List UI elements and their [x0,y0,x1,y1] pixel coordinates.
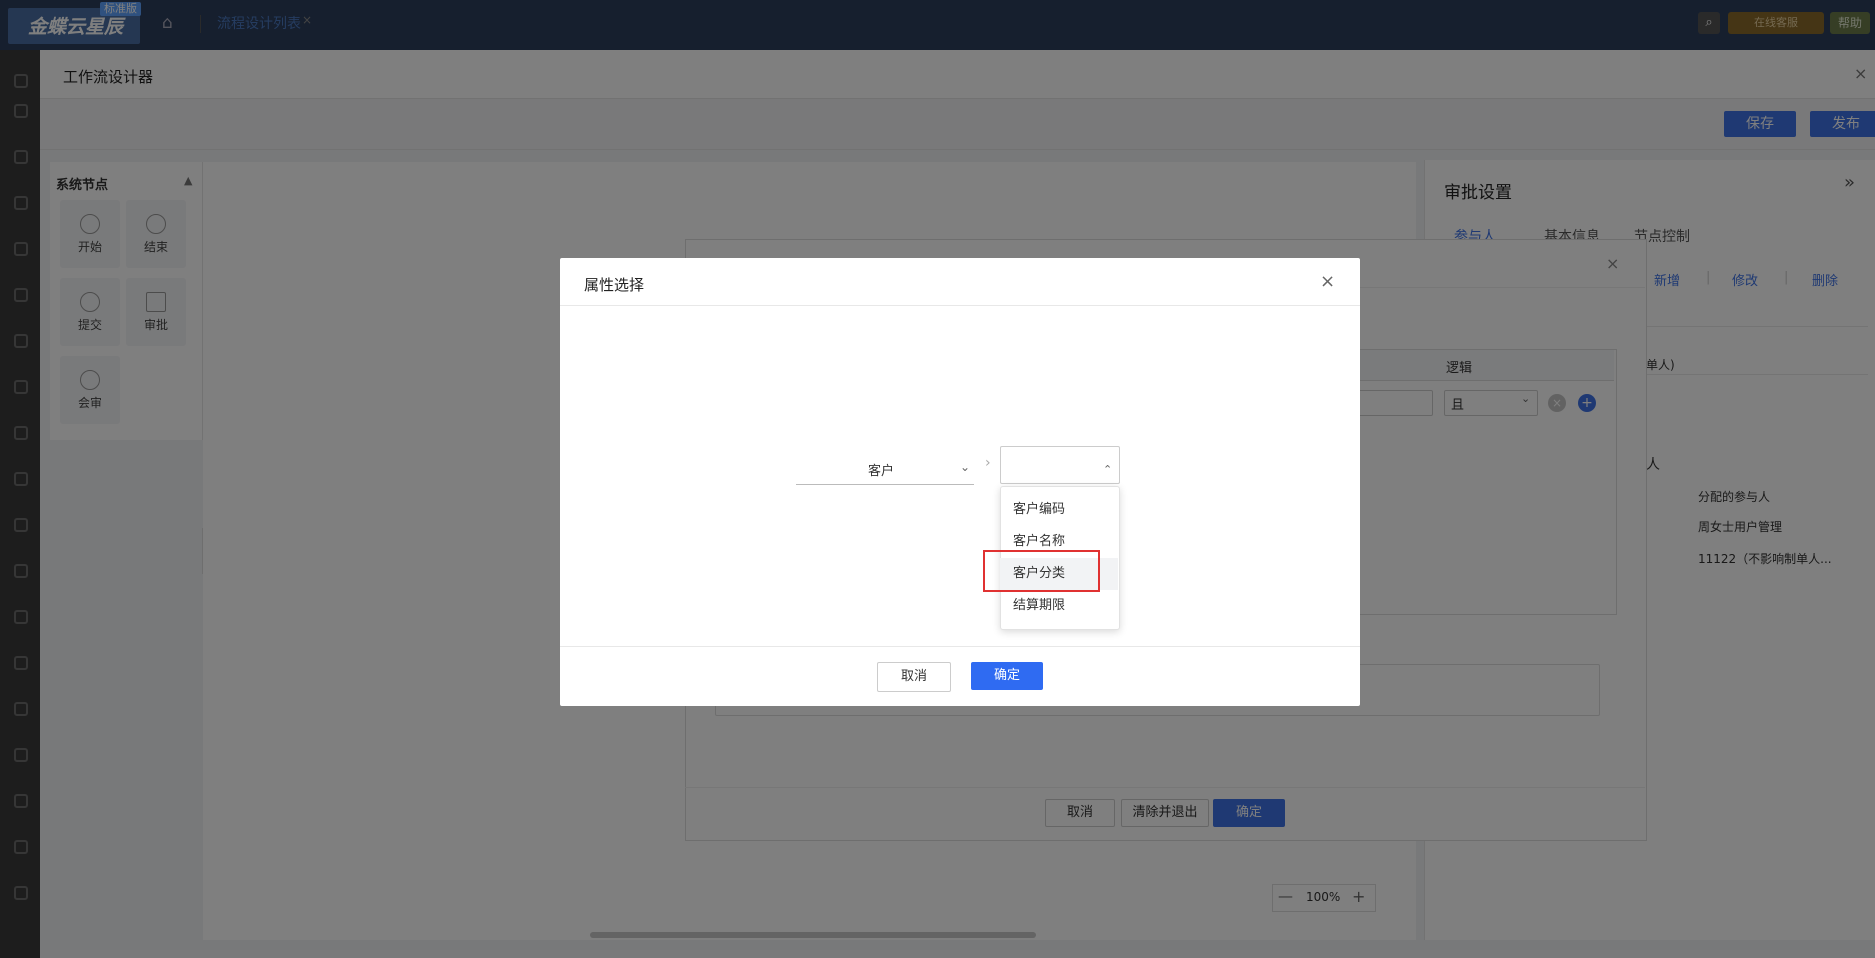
option-settlement-term[interactable]: 结算期限 [1000,590,1118,622]
chevron-right-icon: › [985,455,991,471]
entity-select-value: 客户 [868,464,895,479]
attribute-select[interactable] [1000,446,1120,484]
chevron-down-icon[interactable]: ⌄ [960,460,970,474]
ok-button[interactable]: 确定 [971,662,1043,690]
cancel-button[interactable]: 取消 [877,662,951,692]
divider [560,646,1360,647]
close-icon[interactable]: × [1320,271,1335,292]
chevron-up-icon[interactable]: ⌃ [1103,463,1112,476]
divider [560,305,1360,306]
highlight-box [983,550,1100,592]
option-customer-code[interactable]: 客户编码 [1000,494,1118,526]
dialog-title: 属性选择 [584,276,645,294]
